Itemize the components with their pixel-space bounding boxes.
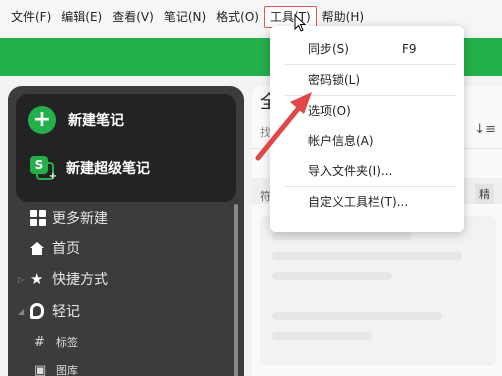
- menu-item-label: 选项(O): [308, 104, 351, 118]
- menu-file[interactable]: 文件(F): [6, 6, 56, 28]
- note-card-blurred[interactable]: [260, 216, 496, 366]
- sidebar-item-shortcuts[interactable]: ▷ ★ 快捷方式: [18, 267, 108, 291]
- star-icon: ★: [30, 270, 44, 288]
- menu-tools[interactable]: 工具(T): [263, 6, 317, 28]
- sidebar-item-label: 轻记: [52, 304, 80, 320]
- sidebar-item-tags[interactable]: # 标签: [34, 330, 78, 354]
- menu-note[interactable]: 笔记(N): [159, 6, 211, 28]
- menu-item-options[interactable]: 选项(O): [270, 96, 464, 126]
- super-note-icon: S +: [30, 156, 57, 182]
- sidebar-item-label: 标签: [56, 336, 78, 349]
- sidebar-item-label: 快捷方式: [52, 272, 108, 288]
- menu-item-label: 导入文件夹(I)...: [308, 164, 393, 178]
- sidebar-item-home[interactable]: 首页: [18, 236, 80, 260]
- grid-icon: [30, 210, 52, 226]
- menu-item-import-folder[interactable]: 导入文件夹(I)...: [270, 156, 464, 186]
- sidebar-item-label: 图库: [56, 364, 78, 376]
- menu-help[interactable]: 帮助(H): [317, 6, 369, 28]
- new-super-note-label: 新建超级笔记: [66, 161, 150, 177]
- tools-dropdown-menu: 同步(S) F9 密码锁(L) 选项(O) 帐户信息(A) 导入文件夹(I)..…: [270, 26, 464, 232]
- sidebar-item-more-new[interactable]: 更多新建: [18, 206, 108, 230]
- menu-item-sync[interactable]: 同步(S) F9: [270, 34, 464, 64]
- new-note-card: + 新建笔记 S + 新建超级笔记: [16, 94, 236, 202]
- menu-format[interactable]: 格式(O): [211, 6, 264, 28]
- menu-item-label: 自定义工具栏(T)...: [308, 195, 409, 209]
- image-icon: ▣: [34, 362, 47, 376]
- sidebar-item-gallery[interactable]: ▣ 图库: [34, 358, 78, 376]
- collapse-chevron-icon[interactable]: ◢: [18, 307, 30, 316]
- menu-item-account-info[interactable]: 帐户信息(A): [270, 126, 464, 156]
- menu-edit[interactable]: 编辑(E): [56, 6, 107, 28]
- new-note-label: 新建笔记: [68, 113, 124, 129]
- home-icon: [30, 241, 52, 255]
- menu-item-label: 帐户信息(A): [308, 134, 374, 148]
- sidebar-item-label: 更多新建: [52, 211, 108, 227]
- new-super-note-button[interactable]: S + 新建超级笔记: [30, 154, 150, 182]
- sidebar-item-label: 首页: [52, 241, 80, 257]
- menu-view[interactable]: 查看(V): [107, 6, 159, 28]
- mouse-cursor-icon: [294, 14, 306, 32]
- menu-item-customize-toolbar[interactable]: 自定义工具栏(T)...: [270, 187, 464, 217]
- menu-item-label: 密码锁(L): [308, 73, 361, 87]
- menu-item-label: 同步(S): [308, 42, 349, 56]
- plus-icon: +: [28, 106, 56, 134]
- new-note-button[interactable]: + 新建笔记: [28, 106, 124, 134]
- expand-chevron-icon[interactable]: ▷: [18, 275, 30, 284]
- sidebar-item-quick-note[interactable]: ◢ 轻记: [18, 299, 80, 323]
- sidebar: + 新建笔记 S + 新建超级笔记 更多新建 首页 ▷ ★ 快捷方式 ◢ 轻记: [8, 86, 244, 376]
- filter-chip[interactable]: 精: [475, 184, 494, 204]
- sidebar-scrollbar[interactable]: [234, 204, 238, 376]
- quick-note-icon: [30, 303, 52, 319]
- sort-icon[interactable]: ↓≡: [474, 122, 496, 137]
- menu-item-shortcut: F9: [402, 42, 417, 56]
- menu-item-password-lock[interactable]: 密码锁(L): [270, 65, 464, 95]
- hash-icon: #: [34, 334, 45, 350]
